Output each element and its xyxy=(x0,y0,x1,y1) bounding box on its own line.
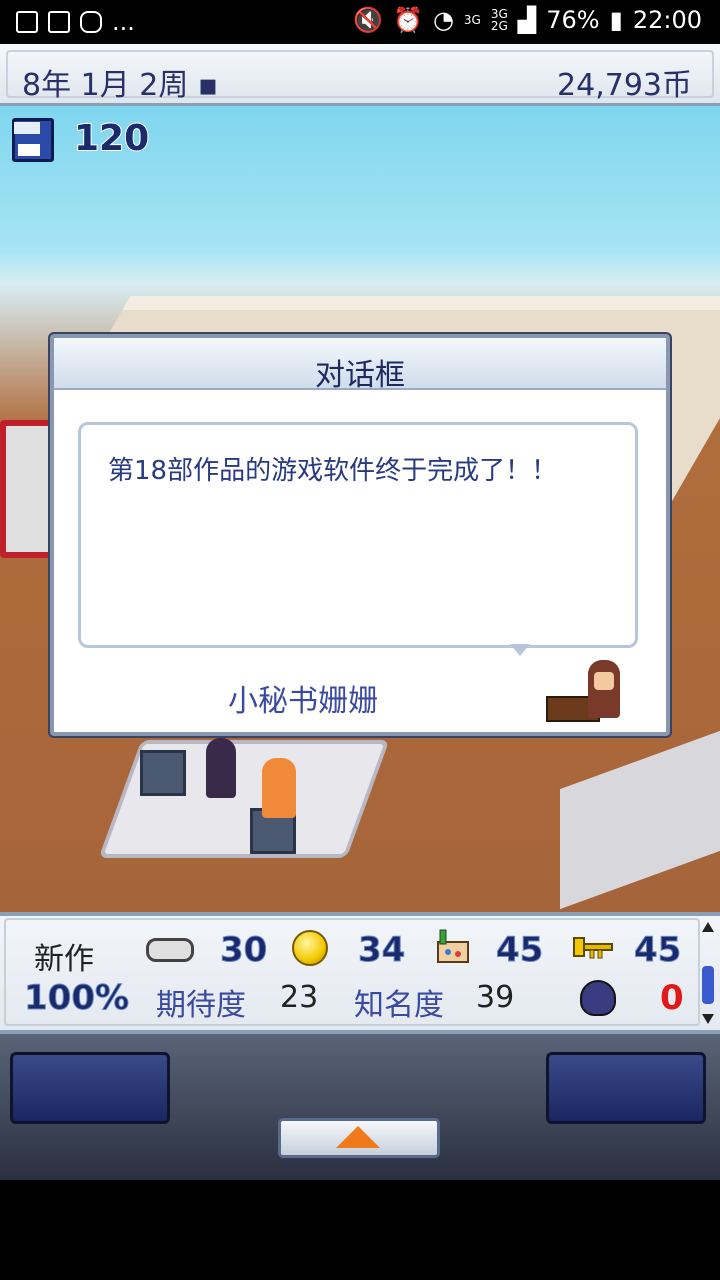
status-bar: ... 🔇 ⏰ ◔ 3G 3G 2G ▟ 76% ▮ 22:00 xyxy=(0,0,720,44)
wifi-icon: ◔ xyxy=(432,6,454,34)
right-panel-button[interactable] xyxy=(546,1052,706,1124)
bug-icon xyxy=(580,980,616,1016)
fun-value: 30 xyxy=(219,930,268,971)
money-display: 24,793币 xyxy=(557,68,692,103)
clock: 22:00 xyxy=(632,6,702,34)
fame-value: 39 xyxy=(476,980,515,1015)
message-icon xyxy=(80,11,102,33)
speaker-name: 小秘书姗姗 xyxy=(228,684,378,719)
network-1: 3G xyxy=(463,13,481,27)
notification-icons: ... xyxy=(16,8,135,36)
dialog-message: 第18部作品的游戏软件终于完成了！！ xyxy=(108,456,558,486)
sound-value: 45 xyxy=(633,930,682,971)
paw-app-icon xyxy=(48,11,70,33)
scrollbar-thumb[interactable] xyxy=(702,966,714,1004)
alarm-icon: ⏰ xyxy=(393,6,423,34)
network-3: 2G xyxy=(490,19,508,33)
sound-icon xyxy=(573,937,613,959)
staff-character[interactable] xyxy=(206,738,236,798)
save-count: 120 xyxy=(73,117,150,160)
battery-percent: 76% xyxy=(546,6,600,34)
save-disk-slot xyxy=(18,144,40,156)
arrow-up-icon xyxy=(336,1126,380,1148)
gamepad-icon xyxy=(146,938,194,962)
art-icon xyxy=(437,929,469,963)
more-notifications: ... xyxy=(112,8,135,36)
system-status: 🔇 ⏰ ◔ 3G 3G 2G ▟ 76% ▮ 22:00 xyxy=(353,6,702,34)
expectation-label: 期待度 xyxy=(156,988,246,1023)
left-panel-button[interactable] xyxy=(10,1052,170,1124)
silent-icon: 🔇 xyxy=(353,6,384,34)
progress-percent: 100% xyxy=(23,978,130,1019)
battery-icon: ▮ xyxy=(609,6,623,34)
gallery-icon xyxy=(16,11,38,33)
expectation-value: 23 xyxy=(280,980,319,1015)
signal-icon: ▟ xyxy=(517,6,537,34)
game-date: 8年 1月 2周 ▪ xyxy=(22,68,219,103)
save-disk-label xyxy=(14,122,40,134)
bug-count: 0 xyxy=(660,978,684,1018)
network-stack: 3G 2G xyxy=(491,8,508,32)
graphics-value: 45 xyxy=(495,930,544,971)
new-work-label: 新作 xyxy=(34,942,94,977)
computer-monitor xyxy=(140,750,186,796)
coin-icon xyxy=(292,930,328,966)
creativity-value: 34 xyxy=(357,930,406,971)
secretary-face xyxy=(594,672,614,690)
fame-label: 知名度 xyxy=(354,988,444,1023)
staff-character[interactable] xyxy=(262,758,296,818)
bubble-tail xyxy=(510,644,530,656)
dialog-title: 对话框 xyxy=(315,358,405,393)
